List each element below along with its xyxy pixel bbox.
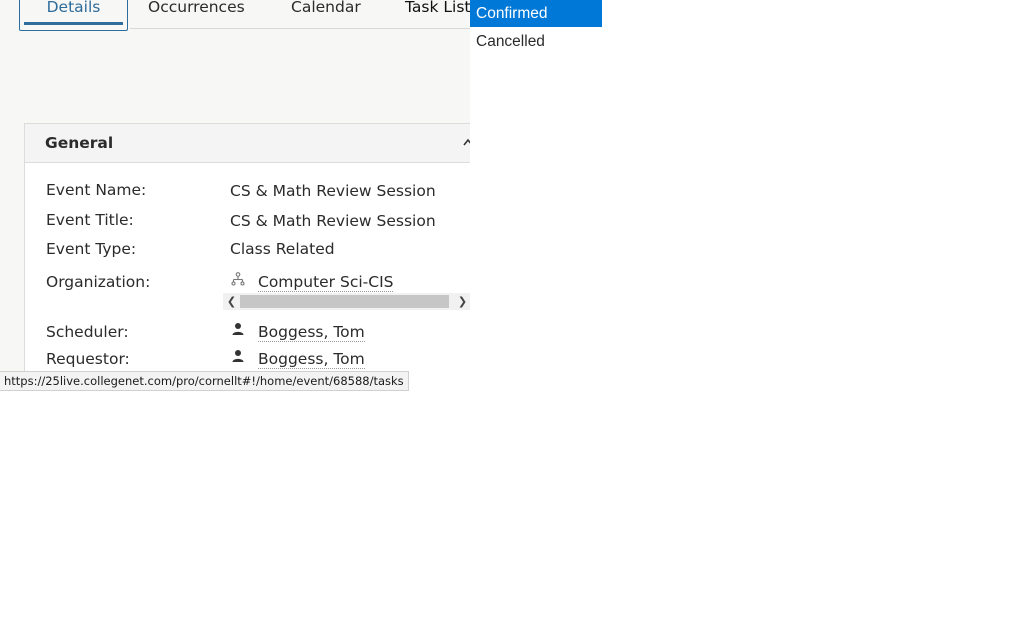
event-type-label: Event Type: xyxy=(46,240,137,258)
organization-link[interactable]: Computer Sci-CIS xyxy=(258,273,394,292)
requestor-link[interactable]: Boggess, Tom xyxy=(258,350,365,369)
tab-bar-divider xyxy=(130,28,470,29)
event-title-value: CS & Math Review Session xyxy=(230,212,436,230)
tab-occurrences[interactable]: Occurrences xyxy=(148,0,245,28)
general-panel: General Event Name: CS & Math Review Ses… xyxy=(24,123,470,372)
event-details-view: Details Occurrences Calendar Task List G… xyxy=(0,0,470,372)
collapse-chevron-icon[interactable] xyxy=(463,137,470,147)
scroll-right-icon[interactable]: ❯ xyxy=(454,293,470,310)
scheduler-link[interactable]: Boggess, Tom xyxy=(258,323,365,342)
active-tab-indicator xyxy=(24,22,123,25)
scrollbar-thumb[interactable] xyxy=(240,295,449,308)
scheduler-label: Scheduler: xyxy=(46,323,129,341)
tab-task-list[interactable]: Task List xyxy=(405,0,470,28)
event-type-value: Class Related xyxy=(230,240,335,258)
horizontal-scrollbar[interactable]: ❮ ❯ xyxy=(223,293,470,310)
status-bar-url: https://25live.collegenet.com/pro/cornel… xyxy=(0,371,409,391)
requestor-label: Requestor: xyxy=(46,350,130,368)
event-name-label: Event Name: xyxy=(46,181,147,199)
tab-details[interactable]: Details xyxy=(19,0,128,31)
event-title-label: Event Title: xyxy=(46,211,134,229)
state-dropdown-list: Confirmed Cancelled xyxy=(470,0,602,56)
tab-details-label: Details xyxy=(46,0,101,16)
event-name-value: CS & Math Review Session xyxy=(230,182,436,200)
tab-bar: Details Occurrences Calendar Task List xyxy=(0,0,470,31)
organization-label: Organization: xyxy=(46,273,151,291)
person-icon xyxy=(232,350,244,362)
scroll-left-icon[interactable]: ❮ xyxy=(223,293,240,310)
person-icon xyxy=(232,323,244,335)
org-chart-icon xyxy=(231,272,245,286)
general-panel-header[interactable]: General xyxy=(25,124,470,163)
panel-title: General xyxy=(45,134,114,152)
dropdown-option-cancelled[interactable]: Cancelled xyxy=(470,28,602,55)
tab-calendar[interactable]: Calendar xyxy=(291,0,361,28)
dropdown-option-confirmed[interactable]: Confirmed xyxy=(470,0,602,27)
